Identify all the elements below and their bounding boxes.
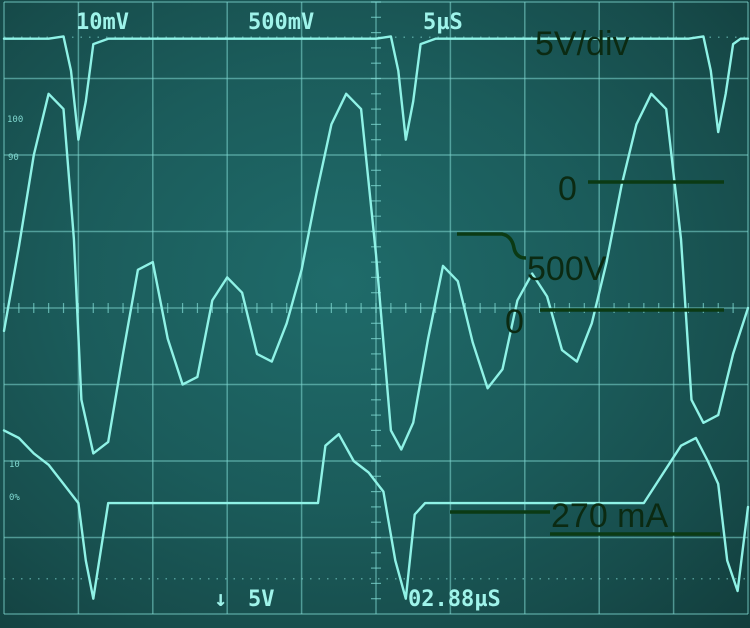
ch1-scale-readout: 10mV <box>76 10 129 35</box>
voltage-step-annotation: 500V <box>527 250 607 288</box>
zero-mid-annotation: 0 <box>505 303 524 341</box>
ch3-zero-mark: 0% <box>9 493 20 503</box>
oscilloscope-screen: 10mV 500mV 5µS ↓ 5V 02.88µS 100 90 10 0%… <box>0 0 750 628</box>
oscilloscope-plot: 10mV 500mV 5µS ↓ 5V 02.88µS 100 90 10 0%… <box>2 1 750 615</box>
trigger-arrow-icon: ↓ <box>214 587 227 612</box>
current-level-annotation: 270 mA <box>551 497 668 535</box>
cursor-time-readout: 02.88µS <box>408 587 501 612</box>
trigger-level-readout: 5V <box>248 587 275 612</box>
ch3-level-mark: 10 <box>9 460 20 470</box>
ch1-level-mark: 100 <box>7 115 23 125</box>
ch2-scale-readout: 500mV <box>248 10 314 35</box>
zero-top-annotation: 0 <box>558 170 577 208</box>
voltage-step-bracket <box>457 232 527 260</box>
volts-per-div-annotation: 5V/div <box>535 25 630 63</box>
timebase-readout: 5µS <box>423 10 463 35</box>
ch2-level-mark: 90 <box>8 153 19 163</box>
